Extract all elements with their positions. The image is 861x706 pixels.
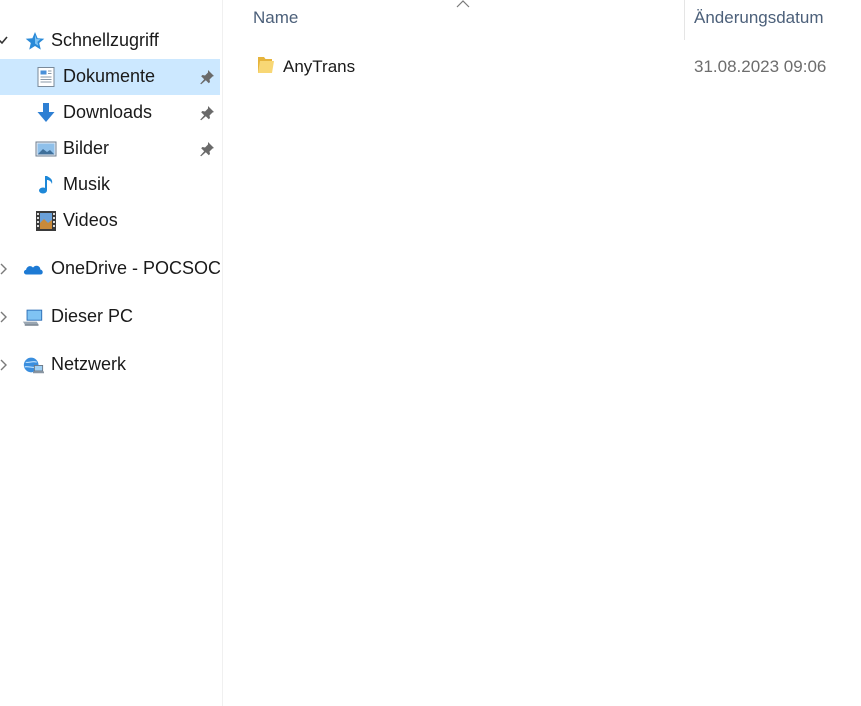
navigation-pane: Schnellzugriff Dokumente Downloads Bilde… xyxy=(0,0,223,706)
nav-label-documents: Dokumente xyxy=(63,66,156,86)
file-name: AnyTrans xyxy=(283,57,356,76)
file-date-modified: 31.08.2023 09:06 xyxy=(694,57,827,76)
nav-label-network: Netzwerk xyxy=(51,354,127,374)
nav-label-this-pc: Dieser PC xyxy=(51,306,134,326)
nav-label-pictures: Bilder xyxy=(63,138,110,158)
nav-item-pictures[interactable]: Bilder xyxy=(0,131,220,167)
column-divider[interactable] xyxy=(684,0,685,40)
chevron-right-icon[interactable] xyxy=(0,355,12,375)
nav-item-this-pc[interactable]: Dieser PC xyxy=(0,299,220,335)
music-note-icon xyxy=(39,176,53,194)
download-arrow-icon xyxy=(37,103,55,122)
pin-icon[interactable] xyxy=(199,141,215,157)
checkmark-expand-icon[interactable] xyxy=(0,31,12,51)
picture-icon xyxy=(35,141,57,157)
nav-label-videos: Videos xyxy=(63,210,118,230)
computer-icon xyxy=(22,309,43,326)
column-header-date-modified[interactable]: Änderungsdatum xyxy=(694,8,823,28)
star-icon xyxy=(25,32,45,50)
nav-item-downloads[interactable]: Downloads xyxy=(0,95,220,131)
nav-item-music[interactable]: Musik xyxy=(0,167,220,203)
chevron-right-icon[interactable] xyxy=(0,307,12,327)
document-icon xyxy=(37,67,55,87)
folder-icon xyxy=(258,57,274,73)
file-row[interactable]: AnyTrans 31.08.2023 09:06 xyxy=(250,48,861,84)
nav-item-onedrive[interactable]: OneDrive - POCSOCL xyxy=(0,251,220,287)
pin-icon[interactable] xyxy=(199,69,215,85)
nav-item-quick-access[interactable]: Schnellzugriff xyxy=(0,23,220,59)
film-icon xyxy=(36,211,56,231)
nav-item-network[interactable]: Netzwerk xyxy=(0,347,220,383)
cloud-icon xyxy=(23,265,43,275)
nav-item-documents[interactable]: Dokumente xyxy=(0,59,220,95)
nav-label-onedrive: OneDrive - POCSOCL xyxy=(51,258,220,278)
nav-label-downloads: Downloads xyxy=(63,102,153,122)
network-icon xyxy=(23,357,44,374)
nav-item-videos[interactable]: Videos xyxy=(0,203,220,239)
nav-label-quick-access: Schnellzugriff xyxy=(51,30,159,50)
chevron-right-icon[interactable] xyxy=(0,259,12,279)
column-header-name[interactable]: Name xyxy=(253,8,298,28)
sort-ascending-icon xyxy=(456,0,470,8)
pin-icon[interactable] xyxy=(199,105,215,121)
nav-label-music: Musik xyxy=(63,174,111,194)
